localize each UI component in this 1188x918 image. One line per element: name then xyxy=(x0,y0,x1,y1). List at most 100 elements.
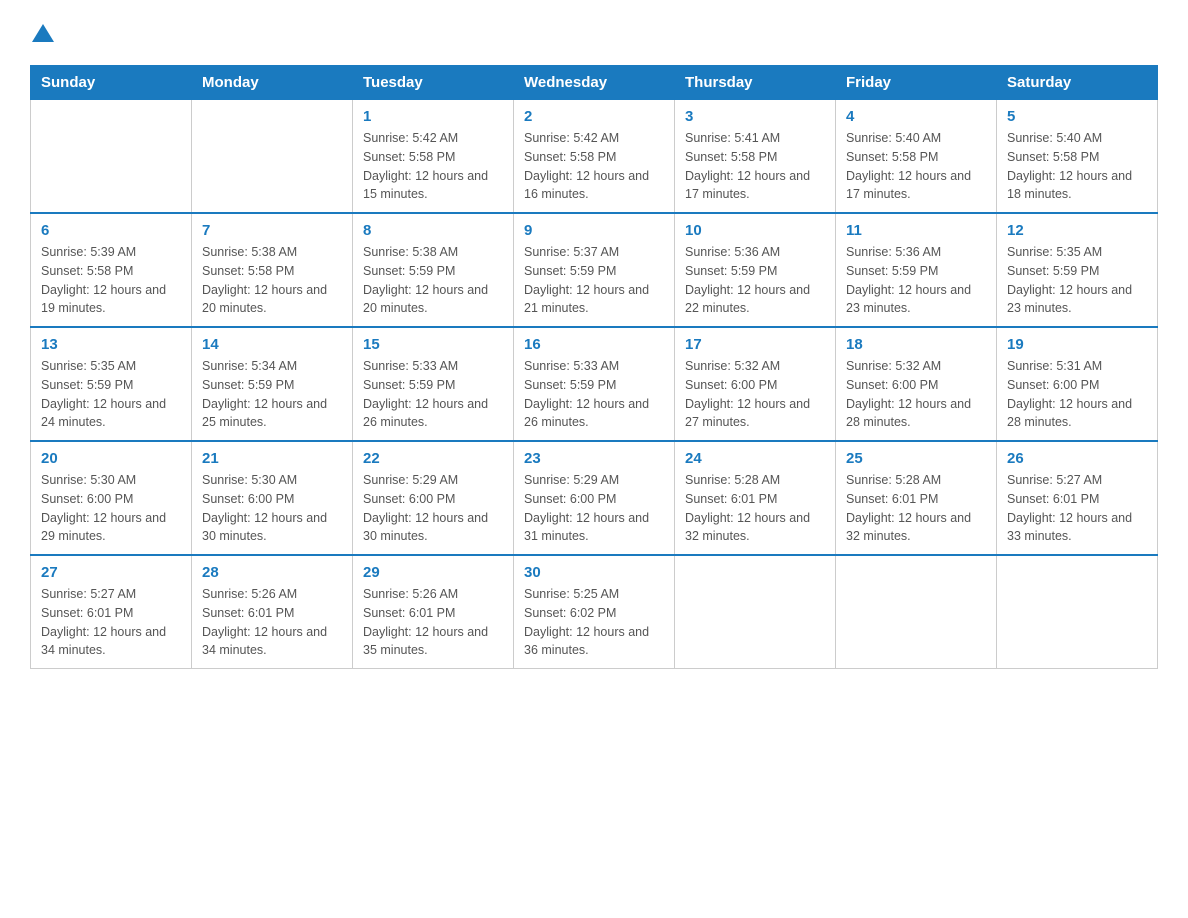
day-number: 20 xyxy=(41,450,181,467)
day-number: 15 xyxy=(363,336,503,353)
day-info: Sunrise: 5:34 AMSunset: 5:59 PMDaylight:… xyxy=(202,357,342,432)
day-info: Sunrise: 5:35 AMSunset: 5:59 PMDaylight:… xyxy=(41,357,181,432)
calendar-cell: 14 Sunrise: 5:34 AMSunset: 5:59 PMDayligh… xyxy=(192,327,353,441)
calendar-cell xyxy=(997,555,1158,669)
day-number: 14 xyxy=(202,336,342,353)
day-number: 9 xyxy=(524,222,664,239)
weekday-header-thursday: Thursday xyxy=(675,66,836,100)
day-info: Sunrise: 5:30 AMSunset: 6:00 PMDaylight:… xyxy=(41,471,181,546)
day-number: 16 xyxy=(524,336,664,353)
day-info: Sunrise: 5:26 AMSunset: 6:01 PMDaylight:… xyxy=(202,585,342,660)
day-info: Sunrise: 5:36 AMSunset: 5:59 PMDaylight:… xyxy=(846,243,986,318)
weekday-header-monday: Monday xyxy=(192,66,353,100)
calendar-cell: 18Sunrise: 5:32 AMSunset: 6:00 PMDayligh… xyxy=(836,327,997,441)
calendar-cell: 3 Sunrise: 5:41 AMSunset: 5:58 PMDaylight… xyxy=(675,100,836,214)
calendar-cell: 1 Sunrise: 5:42 AMSunset: 5:58 PMDaylight… xyxy=(353,100,514,214)
calendar-cell: 17Sunrise: 5:32 AMSunset: 6:00 PMDayligh… xyxy=(675,327,836,441)
day-number: 23 xyxy=(524,450,664,467)
day-number: 26 xyxy=(1007,450,1147,467)
logo xyxy=(30,20,54,45)
day-number: 30 xyxy=(524,564,664,581)
day-number: 27 xyxy=(41,564,181,581)
weekday-header-wednesday: Wednesday xyxy=(514,66,675,100)
day-number: 22 xyxy=(363,450,503,467)
day-info: Sunrise: 5:33 AMSunset: 5:59 PMDaylight:… xyxy=(363,357,503,432)
weekday-header-friday: Friday xyxy=(836,66,997,100)
logo-triangle-icon xyxy=(32,22,54,44)
day-number: 13 xyxy=(41,336,181,353)
day-info: Sunrise: 5:40 AMSunset: 5:58 PMDaylight:… xyxy=(1007,129,1147,204)
calendar-cell: 8 Sunrise: 5:38 AMSunset: 5:59 PMDaylight… xyxy=(353,213,514,327)
calendar-cell: 12 Sunrise: 5:35 AMSunset: 5:59 PMDayligh… xyxy=(997,213,1158,327)
day-info: Sunrise: 5:26 AMSunset: 6:01 PMDaylight:… xyxy=(363,585,503,660)
day-info: Sunrise: 5:42 AMSunset: 5:58 PMDaylight:… xyxy=(363,129,503,204)
calendar-cell xyxy=(675,555,836,669)
calendar-cell xyxy=(192,100,353,214)
day-info: Sunrise: 5:35 AMSunset: 5:59 PMDaylight:… xyxy=(1007,243,1147,318)
day-number: 3 xyxy=(685,108,825,125)
day-number: 11 xyxy=(846,222,986,239)
week-row-5: 27 Sunrise: 5:27 AMSunset: 6:01 PMDayligh… xyxy=(31,555,1158,669)
week-row-3: 13 Sunrise: 5:35 AMSunset: 5:59 PMDayligh… xyxy=(31,327,1158,441)
day-number: 4 xyxy=(846,108,986,125)
day-info: Sunrise: 5:40 AMSunset: 5:58 PMDaylight:… xyxy=(846,129,986,204)
day-number: 17 xyxy=(685,336,825,353)
day-number: 18 xyxy=(846,336,986,353)
weekday-row: SundayMondayTuesdayWednesdayThursdayFrid… xyxy=(31,66,1158,100)
day-info: Sunrise: 5:41 AMSunset: 5:58 PMDaylight:… xyxy=(685,129,825,204)
day-number: 8 xyxy=(363,222,503,239)
day-number: 2 xyxy=(524,108,664,125)
calendar-cell: 13 Sunrise: 5:35 AMSunset: 5:59 PMDayligh… xyxy=(31,327,192,441)
calendar-cell: 20 Sunrise: 5:30 AMSunset: 6:00 PMDayligh… xyxy=(31,441,192,555)
day-number: 19 xyxy=(1007,336,1147,353)
day-number: 1 xyxy=(363,108,503,125)
week-row-1: 1 Sunrise: 5:42 AMSunset: 5:58 PMDaylight… xyxy=(31,100,1158,214)
day-info: Sunrise: 5:31 AMSunset: 6:00 PMDaylight:… xyxy=(1007,357,1147,432)
week-row-4: 20 Sunrise: 5:30 AMSunset: 6:00 PMDayligh… xyxy=(31,441,1158,555)
day-info: Sunrise: 5:27 AMSunset: 6:01 PMDaylight:… xyxy=(41,585,181,660)
calendar-table: SundayMondayTuesdayWednesdayThursdayFrid… xyxy=(30,65,1158,669)
day-info: Sunrise: 5:28 AMSunset: 6:01 PMDaylight:… xyxy=(846,471,986,546)
day-info: Sunrise: 5:33 AMSunset: 5:59 PMDaylight:… xyxy=(524,357,664,432)
day-info: Sunrise: 5:38 AMSunset: 5:59 PMDaylight:… xyxy=(363,243,503,318)
calendar-cell: 7 Sunrise: 5:38 AMSunset: 5:58 PMDaylight… xyxy=(192,213,353,327)
day-number: 28 xyxy=(202,564,342,581)
weekday-header-sunday: Sunday xyxy=(31,66,192,100)
calendar-cell: 15 Sunrise: 5:33 AMSunset: 5:59 PMDayligh… xyxy=(353,327,514,441)
calendar-body: 1 Sunrise: 5:42 AMSunset: 5:58 PMDaylight… xyxy=(31,100,1158,669)
calendar-cell xyxy=(836,555,997,669)
calendar-cell: 16 Sunrise: 5:33 AMSunset: 5:59 PMDayligh… xyxy=(514,327,675,441)
day-info: Sunrise: 5:37 AMSunset: 5:59 PMDaylight:… xyxy=(524,243,664,318)
day-number: 5 xyxy=(1007,108,1147,125)
calendar-cell: 25Sunrise: 5:28 AMSunset: 6:01 PMDayligh… xyxy=(836,441,997,555)
calendar-cell: 24Sunrise: 5:28 AMSunset: 6:01 PMDayligh… xyxy=(675,441,836,555)
calendar-cell: 22Sunrise: 5:29 AMSunset: 6:00 PMDayligh… xyxy=(353,441,514,555)
calendar-cell: 10Sunrise: 5:36 AMSunset: 5:59 PMDayligh… xyxy=(675,213,836,327)
calendar-cell: 28 Sunrise: 5:26 AMSunset: 6:01 PMDayligh… xyxy=(192,555,353,669)
calendar-cell: 26 Sunrise: 5:27 AMSunset: 6:01 PMDayligh… xyxy=(997,441,1158,555)
calendar-cell: 6Sunrise: 5:39 AMSunset: 5:58 PMDaylight… xyxy=(31,213,192,327)
calendar-cell: 30Sunrise: 5:25 AMSunset: 6:02 PMDayligh… xyxy=(514,555,675,669)
calendar-header: SundayMondayTuesdayWednesdayThursdayFrid… xyxy=(31,66,1158,100)
day-info: Sunrise: 5:27 AMSunset: 6:01 PMDaylight:… xyxy=(1007,471,1147,546)
calendar-cell: 23Sunrise: 5:29 AMSunset: 6:00 PMDayligh… xyxy=(514,441,675,555)
day-info: Sunrise: 5:39 AMSunset: 5:58 PMDaylight:… xyxy=(41,243,181,318)
day-info: Sunrise: 5:28 AMSunset: 6:01 PMDaylight:… xyxy=(685,471,825,546)
week-row-2: 6Sunrise: 5:39 AMSunset: 5:58 PMDaylight… xyxy=(31,213,1158,327)
calendar-cell: 19 Sunrise: 5:31 AMSunset: 6:00 PMDayligh… xyxy=(997,327,1158,441)
calendar-cell xyxy=(31,100,192,214)
calendar-cell: 9 Sunrise: 5:37 AMSunset: 5:59 PMDaylight… xyxy=(514,213,675,327)
calendar-cell: 2Sunrise: 5:42 AMSunset: 5:58 PMDaylight… xyxy=(514,100,675,214)
calendar-cell: 21 Sunrise: 5:30 AMSunset: 6:00 PMDayligh… xyxy=(192,441,353,555)
calendar-cell: 5 Sunrise: 5:40 AMSunset: 5:58 PMDaylight… xyxy=(997,100,1158,214)
calendar-cell: 29Sunrise: 5:26 AMSunset: 6:01 PMDayligh… xyxy=(353,555,514,669)
day-info: Sunrise: 5:38 AMSunset: 5:58 PMDaylight:… xyxy=(202,243,342,318)
weekday-header-saturday: Saturday xyxy=(997,66,1158,100)
day-number: 10 xyxy=(685,222,825,239)
day-number: 21 xyxy=(202,450,342,467)
calendar-cell: 4 Sunrise: 5:40 AMSunset: 5:58 PMDaylight… xyxy=(836,100,997,214)
day-number: 12 xyxy=(1007,222,1147,239)
day-number: 7 xyxy=(202,222,342,239)
page-header xyxy=(30,20,1158,45)
day-info: Sunrise: 5:30 AMSunset: 6:00 PMDaylight:… xyxy=(202,471,342,546)
